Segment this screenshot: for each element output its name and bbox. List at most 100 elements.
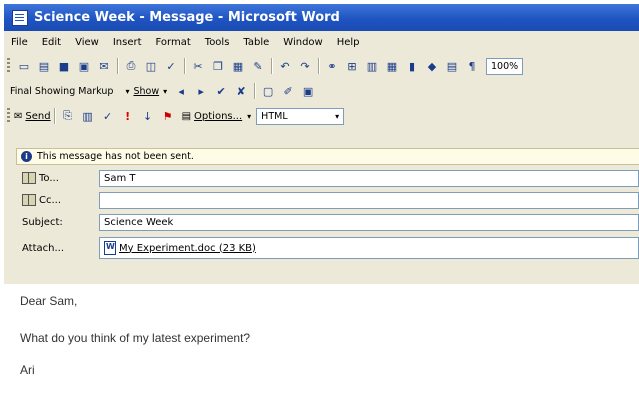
chevron-down-icon[interactable]: ▾ [247,112,251,121]
save-icon[interactable]: ■ [56,58,72,74]
cc-label: Cc... [39,194,62,206]
standard-toolbar: ▭ ▤ ■ ▣ ✉ ⎙ ◫ ✓ ✂ ❐ ▦ ✎ ↶ ↷ ⚭ ⊞ ▥ ▦ ▮ ◆ … [4,54,639,78]
info-bar: i This message has not been sent. [16,148,639,165]
open-icon[interactable]: ▤ [36,58,52,74]
permission-icon[interactable]: ▣ [76,58,92,74]
separator [53,108,55,124]
undo-icon[interactable]: ↶ [277,58,293,74]
redo-icon[interactable]: ↷ [297,58,313,74]
attach-row: Attach... My Experiment.doc (23 KB) [16,235,639,261]
menu-file[interactable]: File [4,37,35,48]
cc-row: Cc... [16,189,639,211]
message-body[interactable]: Dear Sam, What do you think of my latest… [0,284,639,394]
toolbar-grip[interactable] [7,108,10,124]
attachment-name: My Experiment.doc (23 KB) [119,242,256,254]
menu-view[interactable]: View [68,37,106,48]
to-field[interactable]: Sam T [99,169,639,187]
subject-row: Subject: Science Week [16,211,639,233]
chevron-down-icon[interactable]: ▾ [125,87,129,96]
title-bar: Science Week - Message - Microsoft Word [4,4,639,31]
separator [254,83,256,99]
menu-tools[interactable]: Tools [198,37,237,48]
hyperlink-icon[interactable]: ⚭ [324,58,340,74]
attach-icon[interactable]: ⎘ [60,108,76,124]
menu-edit[interactable]: Edit [35,37,68,48]
reviewing-toolbar: Final Showing Markup ▾ Show ▾ ◂ ▸ ✔ ✘ ▢ … [4,80,639,102]
attach-button[interactable]: Attach... [16,243,96,254]
menu-help[interactable]: Help [330,37,367,48]
menu-insert[interactable]: Insert [106,37,149,48]
address-book-icon [22,194,36,206]
insert-comment-icon[interactable]: ▢ [260,83,276,99]
greeting-text: Dear Sam, [20,294,78,308]
menu-format[interactable]: Format [149,37,198,48]
print-preview-icon[interactable]: ◫ [143,58,159,74]
toolbar-grip[interactable] [7,58,10,74]
separator [271,58,272,74]
subject-label: Subject: [22,216,63,228]
insert-excel-icon[interactable]: ▦ [384,58,400,74]
copy-icon[interactable]: ❐ [210,58,226,74]
chevron-down-icon[interactable]: ▾ [163,87,167,96]
cc-button[interactable]: Cc... [16,194,96,206]
columns-icon[interactable]: ▮ [404,58,420,74]
send-icon: ✉ [14,110,23,122]
track-changes-icon[interactable]: ✐ [280,83,296,99]
separator [184,58,185,74]
importance-low-icon[interactable]: ↓ [140,108,156,124]
drawing-icon[interactable]: ◆ [424,58,440,74]
info-icon: i [21,151,32,162]
check-names-icon[interactable]: ✓ [100,108,116,124]
word-document-icon [104,241,116,255]
separator [117,58,118,74]
options-button[interactable]: ▤ Options... [182,111,243,122]
accept-change-icon[interactable]: ✔ [213,83,229,99]
to-label: To... [39,172,59,184]
address-book-icon [22,172,36,184]
message-format-select[interactable]: HTML ▾ [256,107,345,125]
to-button[interactable]: To... [16,172,96,184]
word-app-icon[interactable] [12,9,28,26]
separator [318,58,319,74]
document-map-icon[interactable]: ▤ [444,58,460,74]
email-toolbar: ✉ Send ⎘ ▥ ✓ ! ↓ ⚑ ▤ Options... ▾ HTML ▾ [4,104,639,128]
send-label: Send [25,110,51,122]
email-icon[interactable]: ✉ [96,58,112,74]
options-icon: ▤ [181,110,192,122]
options-label: Options... [194,110,243,122]
flag-icon[interactable]: ⚑ [160,108,176,124]
show-hide-icon[interactable]: ¶ [464,58,480,74]
new-icon[interactable]: ▭ [16,58,32,74]
attach-field[interactable]: My Experiment.doc (23 KB) [99,237,639,259]
show-button[interactable]: Show [133,86,159,97]
spelling-icon[interactable]: ✓ [163,58,179,74]
window-title: Science Week - Message - Microsoft Word [34,10,340,25]
importance-high-icon[interactable]: ! [120,108,136,124]
info-bar-text: This message has not been sent. [37,151,194,162]
paste-icon[interactable]: ▦ [230,58,246,74]
menu-window[interactable]: Window [276,37,329,48]
display-for-review-select[interactable]: Final Showing Markup [10,86,113,97]
format-painter-icon[interactable]: ✎ [250,58,266,74]
body-text: What do you think of my latest experimen… [20,331,251,345]
print-icon[interactable]: ⎙ [123,58,139,74]
zoom-select[interactable]: 100% [486,57,524,75]
send-button[interactable]: ✉ Send [14,111,51,122]
menu-bar: File Edit View Insert Format Tools Table… [4,32,639,52]
address-book-icon[interactable]: ▥ [80,108,96,124]
insert-table-icon[interactable]: ▥ [364,58,380,74]
next-change-icon[interactable]: ▸ [193,83,209,99]
message-format-value: HTML [261,110,288,122]
reject-change-icon[interactable]: ✘ [233,83,249,99]
chevron-down-icon: ▾ [335,111,340,121]
tables-borders-icon[interactable]: ⊞ [344,58,360,74]
previous-change-icon[interactable]: ◂ [173,83,189,99]
cc-field[interactable] [99,191,639,209]
to-row: To... Sam T [16,167,639,189]
menu-table[interactable]: Table [236,37,276,48]
reviewing-pane-icon[interactable]: ▣ [300,83,316,99]
cut-icon[interactable]: ✂ [190,58,206,74]
subject-field[interactable]: Science Week [99,213,639,231]
signature-text: Ari [20,363,35,377]
attachment-item[interactable]: My Experiment.doc (23 KB) [104,241,256,255]
